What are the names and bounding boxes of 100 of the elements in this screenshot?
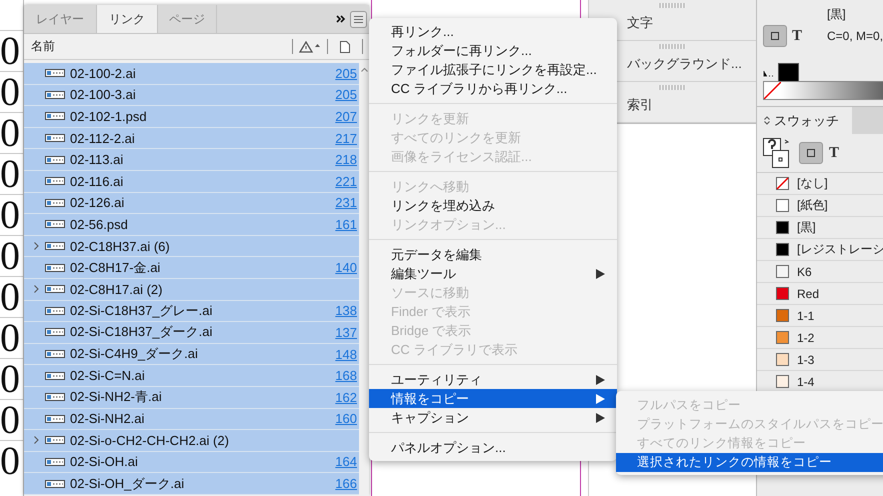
thumbnail-icon [45, 283, 65, 296]
swatch-name[interactable]: 1-1 [797, 308, 814, 322]
link-row[interactable]: 02-Si-OH.ai 164 [24, 452, 359, 474]
swatch-name[interactable]: Red [797, 286, 820, 300]
menu-item[interactable]: 編集ツール [369, 264, 617, 283]
swatch-name[interactable]: [レジストレーシ [797, 241, 883, 258]
scroll-up-icon[interactable] [360, 67, 368, 72]
text-format-toggle[interactable]: T [792, 28, 802, 44]
link-row[interactable]: 02-C8H17-金.ai 140 [24, 257, 359, 279]
menu-item[interactable]: ファイル拡張子にリンクを再設定... [369, 60, 617, 79]
panel-tab[interactable]: スウォッチ [757, 107, 852, 134]
link-row[interactable]: 02-Si-C18H37_グレー.ai 138 [24, 300, 359, 322]
menu-item[interactable]: キャプション [369, 408, 617, 427]
link-row[interactable]: 02-Si-NH2.ai 160 [24, 408, 359, 430]
document-digit: 0 [0, 113, 20, 153]
grip-icon[interactable] [658, 3, 686, 8]
menu-item[interactable]: ユーティリティ [369, 370, 617, 389]
link-name: 02-56.psd [69, 216, 129, 232]
chevron-icon[interactable] [34, 242, 39, 250]
format-button[interactable] [799, 142, 823, 164]
link-row[interactable]: 02-Si-C4H9_ダーク.ai 148 [24, 344, 359, 366]
menu-icon [354, 16, 363, 22]
link-row[interactable]: 02-C8H17.ai (2) [24, 278, 359, 301]
grip-icon[interactable] [658, 85, 686, 90]
thumbnail-icon [45, 240, 65, 252]
thumbnail-icon [45, 196, 65, 209]
thumbnail-icon [45, 175, 65, 188]
tab-label: スウォッチ [774, 112, 839, 130]
document-digit: 0 [0, 400, 20, 440]
grip-icon[interactable] [658, 44, 686, 49]
warning-sort-icon[interactable] [299, 40, 321, 52]
document-digit: 0 [0, 195, 20, 235]
double-chevron-icon[interactable] [336, 15, 346, 23]
link-name: 02-116.ai [69, 174, 124, 189]
menu-item[interactable]: フォルダーに再リンク... [369, 41, 617, 60]
thumbnail-icon [45, 456, 65, 468]
menu-item[interactable]: 選択されたリンクの情報をコピー [616, 453, 883, 472]
document-digit: 0 [0, 31, 20, 71]
link-name: 02-C8H17.ai (2) [69, 282, 164, 297]
link-row[interactable]: 02-113.ai 218 [24, 149, 359, 171]
thumbnail-icon [45, 67, 65, 80]
menu-item[interactable]: CC ライブラリから再リンク... [369, 79, 617, 98]
document-digit: 0 [0, 441, 20, 481]
link-name: 02-102-1.psd [69, 108, 148, 124]
swatch-name: [黒] [827, 6, 847, 23]
page-icon[interactable] [340, 40, 350, 52]
link-row[interactable]: 02-102-1.psd 207 [24, 106, 359, 128]
thumbnail-icon [45, 370, 65, 382]
text-format-toggle[interactable]: T [829, 144, 840, 162]
link-row[interactable]: 02-C18H37.ai (6) [24, 236, 359, 258]
link-row[interactable]: 02-Si-C=N.ai 168 [24, 365, 359, 387]
panel-menu-button[interactable] [350, 10, 367, 28]
link-row[interactable]: 02-Si-C18H37_ダーク.ai 137 [24, 322, 359, 344]
updown-icon [764, 116, 770, 125]
link-row[interactable]: 02-Si-OH_ダーク.ai 166 [24, 473, 359, 495]
link-row[interactable]: 02-100-2.ai 205 [24, 63, 359, 85]
swatch-name[interactable]: [黒] [797, 219, 816, 236]
link-row[interactable]: 02-112-2.ai 217 [24, 128, 359, 150]
link-name: 02-113.ai [69, 152, 124, 168]
swatch-name[interactable]: [なし] [797, 175, 828, 192]
thumbnail-icon [45, 154, 65, 166]
link-name: 02-Si-OH_ダーク.ai [69, 474, 186, 493]
link-name: 02-Si-o-CH2-CH-CH2.ai (2) [69, 432, 230, 448]
chevron-icon[interactable] [34, 436, 39, 444]
link-row[interactable]: 02-100-3.ai 205 [24, 84, 359, 106]
swatch-name[interactable]: K6 [797, 264, 812, 278]
thumbnail-icon [45, 304, 65, 317]
menu-item[interactable]: 元データを編集 [369, 245, 617, 264]
thumbnail-icon [45, 88, 65, 101]
thumbnail-icon [45, 110, 65, 122]
document-digit: 0 [0, 277, 20, 317]
chevron-icon[interactable] [34, 285, 39, 294]
swatch-name[interactable]: 1-2 [797, 330, 814, 344]
menu-item[interactable]: 再リンク... [369, 22, 617, 41]
link-name: 02-112-2.ai [69, 130, 136, 146]
thumbnail-icon [45, 478, 65, 490]
link-name: 02-Si-OH.ai [69, 454, 139, 470]
link-name: 02-Si-C4H9_ダーク.ai [69, 345, 199, 364]
link-name: 02-Si-NH2.ai [69, 411, 146, 426]
link-row[interactable]: 02-Si-o-CH2-CH-CH2.ai (2) [24, 430, 359, 452]
link-row[interactable]: 02-126.ai 231 [24, 192, 359, 214]
link-row[interactable]: 02-Si-NH2-青.ai 162 [24, 386, 359, 408]
menu-item[interactable]: リンクを埋め込み [369, 196, 617, 215]
column-header[interactable]: 名前 [24, 38, 292, 55]
link-name: 02-Si-C=N.ai [69, 368, 146, 384]
link-row[interactable]: 02-56.psd 161 [24, 214, 359, 236]
menu-item[interactable]: 情報をコピー [369, 389, 617, 408]
menu-item[interactable]: パネルオプション... [369, 438, 617, 457]
swatch-name[interactable]: 1-4 [797, 374, 814, 388]
format-button[interactable] [763, 25, 787, 47]
link-row[interactable]: 02-116.ai 221 [24, 170, 359, 193]
none-swatch-icon[interactable] [764, 82, 781, 99]
link-name: 02-Si-NH2-青.ai [69, 388, 163, 406]
swatch-name[interactable]: [紙色] [797, 197, 828, 214]
link-name: 02-C8H17-金.ai [69, 258, 162, 277]
submenu-arrow-icon [596, 268, 605, 278]
thumbnail-icon [45, 412, 65, 425]
color-ramp[interactable] [763, 81, 883, 100]
swatch-name[interactable]: 1-3 [797, 352, 814, 366]
panel-tab[interactable]: リンク [97, 5, 158, 33]
